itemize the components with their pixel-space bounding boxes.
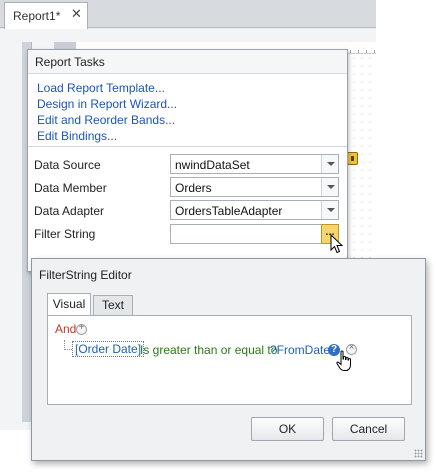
data-adapter-value: OrdersTableAdapter bbox=[175, 204, 283, 218]
edit-reorder-bands-link[interactable]: Edit and Reorder Bands... bbox=[37, 113, 175, 127]
ok-button[interactable]: OK bbox=[251, 417, 324, 441]
condition-parameter[interactable]: ?FromDate bbox=[270, 343, 330, 357]
tasks-separator bbox=[28, 146, 347, 147]
data-member-combo[interactable]: Orders bbox=[170, 177, 339, 197]
dialog-title: FilterString Editor bbox=[39, 268, 132, 282]
tab-visual[interactable]: Visual bbox=[47, 293, 91, 316]
design-in-report-wizard-link[interactable]: Design in Report Wizard... bbox=[37, 97, 177, 111]
dropdown-arrow-icon[interactable] bbox=[321, 155, 338, 173]
filter-tree-area: And + [Order Date] Is greater than or eq… bbox=[47, 315, 412, 405]
filter-string-label: Filter String bbox=[34, 227, 96, 241]
document-tab-strip: Report1* ✕ bbox=[0, 0, 376, 29]
load-report-template-link[interactable]: Load Report Template... bbox=[37, 81, 165, 95]
data-source-value: nwindDataSet bbox=[175, 158, 250, 172]
dropdown-arrow-icon[interactable] bbox=[321, 178, 338, 196]
data-member-value: Orders bbox=[175, 181, 212, 195]
data-adapter-label: Data Adapter bbox=[34, 204, 105, 218]
resize-grip-icon[interactable] bbox=[414, 449, 423, 458]
report-tasks-title: Report Tasks bbox=[35, 55, 105, 69]
report-tasks-panel: Report Tasks Load Report Template... Des… bbox=[27, 49, 348, 272]
tab-text[interactable]: Text bbox=[93, 295, 133, 315]
tree-connector bbox=[64, 340, 72, 350]
data-source-label: Data Source bbox=[34, 158, 101, 172]
document-tab-report1[interactable]: Report1* ✕ bbox=[4, 2, 88, 29]
condition-field[interactable]: [Order Date] bbox=[72, 341, 145, 357]
close-icon[interactable]: ✕ bbox=[71, 6, 82, 22]
filter-string-input[interactable] bbox=[170, 224, 339, 244]
group-operator-and[interactable]: And bbox=[55, 322, 76, 336]
cancel-button[interactable]: Cancel bbox=[332, 417, 405, 441]
data-adapter-combo[interactable]: OrdersTableAdapter bbox=[170, 200, 339, 220]
report-tasks-header: Report Tasks bbox=[28, 50, 347, 74]
condition-operator[interactable]: Is greater than or equal to bbox=[140, 343, 277, 357]
smart-tag-icon[interactable] bbox=[347, 152, 358, 165]
editor-tab-strip: Visual Text bbox=[47, 293, 415, 316]
arrow-cursor-icon bbox=[330, 234, 344, 254]
document-tab-label: Report1* bbox=[13, 9, 61, 23]
filter-string-editor-dialog: FilterString Editor Visual Text And + [O… bbox=[31, 258, 426, 461]
add-condition-icon[interactable]: + bbox=[76, 322, 87, 335]
data-member-label: Data Member bbox=[34, 181, 107, 195]
hand-cursor-icon bbox=[336, 350, 351, 371]
dropdown-arrow-icon[interactable] bbox=[321, 201, 338, 219]
edit-bindings-link[interactable]: Edit Bindings... bbox=[37, 129, 117, 143]
data-source-combo[interactable]: nwindDataSet bbox=[170, 154, 339, 174]
